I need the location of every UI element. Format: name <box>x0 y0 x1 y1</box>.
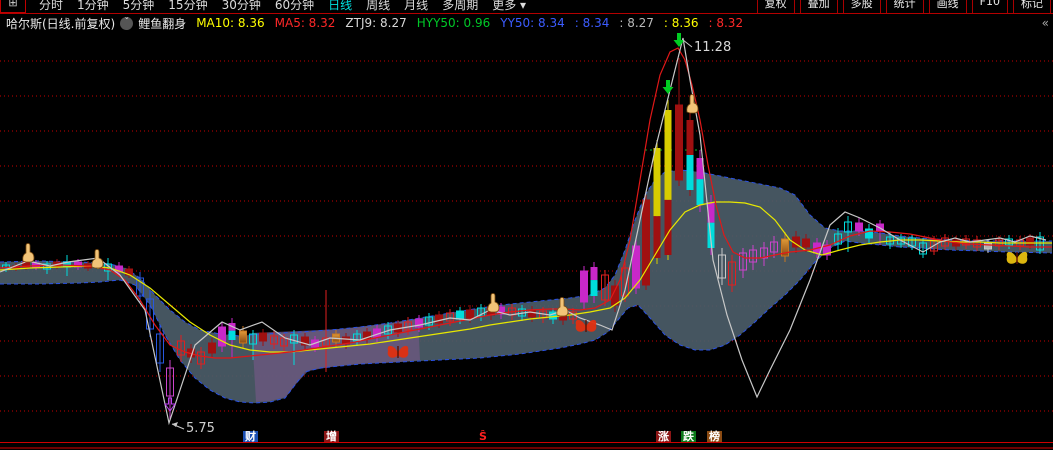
candle-body <box>642 199 650 286</box>
toolbar-button-标记[interactable]: 标记 <box>1013 0 1051 13</box>
period-tab-1分钟[interactable]: 1分钟 <box>77 0 109 12</box>
bottom-separator-line <box>0 442 1053 443</box>
candle-body <box>466 309 474 319</box>
pointing-hand-icon <box>686 94 699 114</box>
toolbar-button-统计[interactable]: 统计 <box>885 0 924 13</box>
candle-body <box>228 330 236 340</box>
candle-body <box>653 148 661 217</box>
candle-body <box>802 238 810 248</box>
candle-body <box>984 242 992 250</box>
period-tab-多周期[interactable]: 多周期 <box>442 0 478 12</box>
toolbar-button-叠加[interactable]: 叠加 <box>799 0 838 13</box>
candle-body <box>136 277 144 297</box>
candle-body <box>239 330 247 344</box>
butterfly-icon <box>575 319 597 332</box>
candle-body <box>664 199 672 255</box>
low-price-label: 5.75 <box>186 421 215 436</box>
window-bottom-edge <box>0 447 1053 449</box>
candle-body <box>749 249 757 263</box>
period-tab-60分钟[interactable]: 60分钟 <box>275 0 314 12</box>
candle-body <box>696 179 704 205</box>
period-tab-日线[interactable]: 日线 <box>328 0 352 12</box>
period-tab-周线[interactable]: 周线 <box>366 0 390 12</box>
toolbar-button-F10[interactable]: F10 <box>971 0 1008 13</box>
candle-body <box>718 254 726 279</box>
candle-body <box>865 228 873 239</box>
pointing-hand-icon <box>487 293 500 313</box>
period-tab-15分钟[interactable]: 15分钟 <box>168 0 207 12</box>
candle-body <box>259 332 267 342</box>
candle-body <box>177 340 185 356</box>
indicator-value: : 8.32 <box>708 16 744 30</box>
candle-body <box>844 221 852 233</box>
collapse-arrow-icon[interactable]: « <box>1042 16 1049 30</box>
candle-body <box>686 155 694 190</box>
candle-body <box>1026 237 1034 246</box>
candle-body <box>166 367 174 397</box>
toolbar-button-复权[interactable]: 复权 <box>756 0 795 13</box>
stock-chart-window: 11.28 5.75 ⊞ 分时 1分钟 5分钟 15分钟 30分钟 60分钟 日线 周线 月线 多周… <box>0 0 1053 450</box>
candle-body <box>855 222 863 232</box>
candle-body <box>664 110 672 200</box>
indicator-value: : 8.27 <box>619 16 654 30</box>
indicator-name[interactable]: 鲤鱼翻身 <box>138 15 186 32</box>
candle-body <box>435 314 443 324</box>
indicator-value: ZTJ9: 8.27 <box>345 16 407 30</box>
candle-body <box>156 333 164 364</box>
butterfly-icon <box>1006 251 1028 264</box>
indicator-value: YY50: 8.34 <box>500 16 565 30</box>
chart-header: 哈尔斯(日线.前复权) ˇ 鲤鱼翻身 MA10: 8.36 MA5: 8.32 ZT… <box>0 14 1053 32</box>
period-tab-分时[interactable]: 分时 <box>39 0 63 12</box>
candle-body <box>675 104 683 181</box>
indicator-value: MA10: 8.36 <box>196 16 265 30</box>
toolbar-button-多股[interactable]: 多股 <box>842 0 881 13</box>
candle-body <box>728 261 736 286</box>
candle-body <box>208 342 216 354</box>
candle-body <box>456 310 464 320</box>
period-tab-30分钟[interactable]: 30分钟 <box>222 0 261 12</box>
candle-body <box>686 120 694 155</box>
main-candlestick-chart[interactable]: 11.28 5.75 <box>0 0 1053 450</box>
candle-body <box>590 280 598 296</box>
green-down-arrow-icon <box>673 33 685 47</box>
indicator-value: HYY50: 0.96 <box>416 16 491 30</box>
candle-body <box>770 241 778 253</box>
candle-body <box>197 351 205 365</box>
toolbar-button-画线[interactable]: 画线 <box>928 0 967 13</box>
pointing-hand-icon <box>22 243 35 263</box>
circle-chevron-icon[interactable]: ˇ <box>120 16 134 30</box>
candle-body <box>249 333 257 345</box>
stock-title: 哈尔斯(日线.前复权) <box>6 16 116 31</box>
butterfly-icon <box>387 345 409 358</box>
candle-body <box>446 312 454 322</box>
candle-body <box>590 267 598 281</box>
candle-body <box>280 337 288 347</box>
indicator-value: : 8.34 <box>574 16 610 30</box>
period-tab-月线[interactable]: 月线 <box>404 0 428 12</box>
period-tab-更多 ▾[interactable]: 更多 ▾ <box>492 0 526 12</box>
indicator-value: : 8.36 <box>663 16 699 30</box>
candle-body <box>528 309 536 318</box>
high-price-label: 11.28 <box>694 40 731 55</box>
candle-body <box>580 270 588 303</box>
period-toolbar: ⊞ 分时 1分钟 5分钟 15分钟 30分钟 60分钟 日线 周线 月线 多周期 更多 ▾ 复权 叠加… <box>0 0 1053 14</box>
candle-body <box>601 274 609 301</box>
grid-icon[interactable]: ⊞ <box>0 0 26 13</box>
indicator-value: MA5: 8.32 <box>274 16 336 30</box>
candle-body <box>270 335 278 345</box>
period-tab-5分钟[interactable]: 5分钟 <box>123 0 155 12</box>
candle-body <box>218 326 226 347</box>
